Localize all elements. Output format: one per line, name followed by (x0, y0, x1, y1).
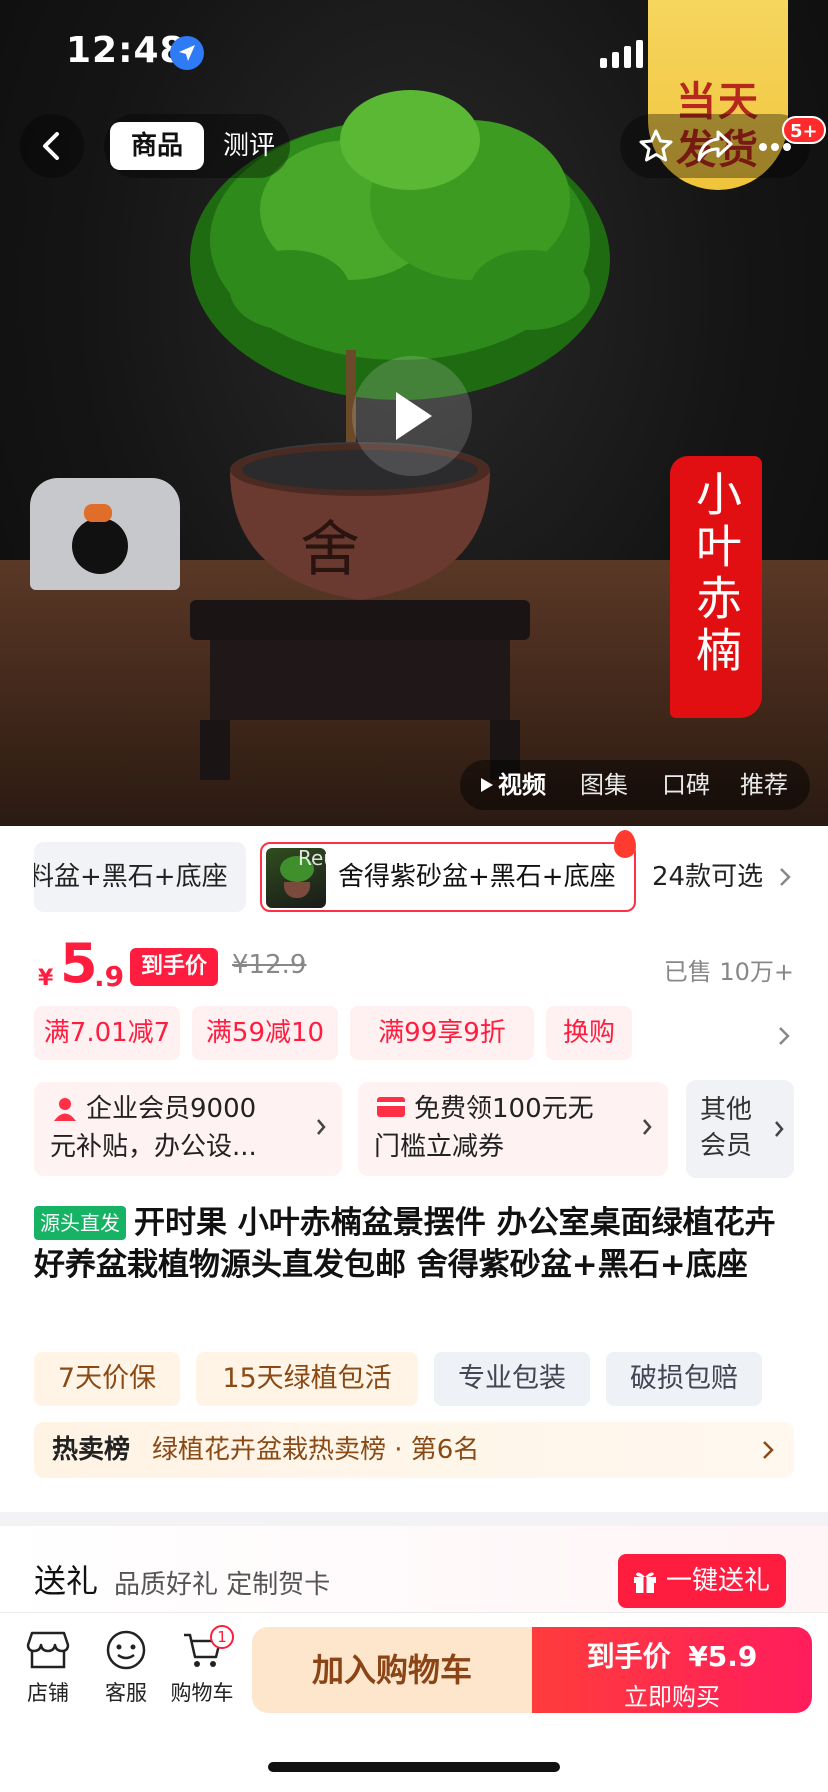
tab-review[interactable]: 测评 (212, 122, 286, 170)
sku-selector: 料盆+黑石+底座 Reuse 以供参 舍得紫砂盆+黑石+底座 24款可选 (0, 830, 828, 912)
customer-service-label: 客服 (105, 1681, 147, 1705)
cellular-signal-icon (600, 40, 643, 68)
service-chip: 破损包赔 (606, 1352, 762, 1406)
price-integer: 5 (60, 932, 98, 995)
send-gift-button[interactable]: 一键送礼 (618, 1554, 786, 1608)
buy-price-line: 到手价 ¥5.9 (532, 1635, 812, 1675)
coupon-chip[interactable]: 换购 (546, 1006, 632, 1060)
other-member-card[interactable]: 其他 会员 (686, 1080, 794, 1178)
service-guarantees[interactable]: 7天价保 15天绿植包活 专业包装 破损包赔 (0, 1352, 828, 1406)
cart-button[interactable]: 1 购物车 (164, 1625, 240, 1707)
chevron-right-icon (643, 1119, 652, 1135)
hero-seal-label: 小叶赤楠 (670, 456, 762, 718)
buy-price-label: 到手价 (586, 1640, 671, 1673)
top-nav: 商品 测评 (0, 110, 828, 182)
product-info-sheet: 料盆+黑石+底座 Reuse 以供参 舍得紫砂盆+黑石+底座 24款可选 ¥ 5… (0, 826, 828, 1512)
media-tab-recommend[interactable]: 推荐 (740, 760, 788, 810)
play-small-icon (481, 778, 493, 792)
service-chip: 专业包装 (434, 1352, 590, 1406)
send-gift-label: 一键送礼 (666, 1566, 771, 1596)
chat-face-icon (106, 1630, 146, 1670)
price-currency: ¥ (38, 966, 54, 991)
buy-price-value: ¥5.9 (688, 1640, 758, 1673)
more-icon[interactable] (758, 142, 792, 152)
net-price-tag: 到手价 (130, 948, 218, 986)
product-title: 源头直发 开时果 小叶赤楠盆景摆件 办公室桌面绿植花卉好养盆栽植物源头直发包邮 舍… (34, 1202, 794, 1286)
home-indicator (268, 1762, 560, 1772)
gift-icon (634, 1572, 656, 1593)
sku-option-selected[interactable]: Reuse 以供参 舍得紫砂盆+黑石+底座 (260, 830, 636, 912)
sku-selected-label: 舍得紫砂盆+黑石+底座 (338, 862, 616, 892)
notification-badge: 5+ (782, 116, 826, 144)
video-play-button[interactable] (352, 356, 472, 476)
member-card-line2: 元补贴，办公设... (50, 1132, 257, 1162)
media-tab-gallery[interactable]: 图集 (580, 760, 628, 810)
shop-icon (26, 1631, 70, 1669)
chevron-right-icon (317, 1119, 326, 1135)
hot-flame-icon (614, 830, 636, 858)
member-card-coupon[interactable]: 免费领100元无 门槛立减券 (358, 1082, 668, 1176)
sku-more-button[interactable]: 24款可选 (652, 842, 792, 912)
chevron-left-icon (43, 132, 59, 160)
price-row: ¥ 5 .9 到手价 ¥12.9 已售 10万+ (0, 932, 828, 1002)
gift-title: 送礼 (34, 1562, 99, 1600)
buy-now-button[interactable]: 到手价 ¥5.9 立即购买 (532, 1627, 812, 1713)
customer-service-button[interactable]: 客服 (88, 1629, 164, 1707)
gift-section: 送礼 品质好礼 定制贺卡 一键送礼 (0, 1526, 828, 1626)
sku-more-label: 24款可选 (652, 862, 764, 892)
play-icon (396, 392, 432, 440)
chevron-right-icon (763, 1441, 774, 1459)
media-tab-video[interactable]: 视频 (498, 760, 546, 810)
price-decimal: .9 (94, 960, 125, 993)
card-icon (377, 1097, 405, 1117)
gift-subtitle: 品质好礼 定制贺卡 (114, 1570, 331, 1600)
chevron-right-icon (775, 1121, 784, 1137)
chevron-right-icon (779, 1027, 790, 1045)
coupon-chip[interactable]: 满99享9折 (350, 1006, 534, 1060)
sku-option[interactable]: 料盆+黑石+底座 (34, 842, 246, 912)
media-tab-reviews[interactable]: 口碑 (662, 760, 710, 810)
rank-label: 热卖榜 (52, 1435, 131, 1465)
service-chip: 15天绿植包活 (196, 1352, 418, 1406)
share-icon[interactable] (696, 128, 734, 164)
member-benefits-row: 企业会员9000 元补贴，办公设... 免费领100元无 门槛立减券 其他 会员 (0, 1080, 828, 1178)
add-to-cart-button[interactable]: 加入购物车 (252, 1627, 532, 1713)
seal-text: 小叶赤楠 (689, 470, 743, 678)
media-tabs: 视频 图集 口碑 推荐 (460, 760, 810, 810)
top-tab-group: 商品 测评 (104, 114, 290, 178)
cart-label: 购物车 (170, 1681, 234, 1705)
location-arrow-icon (170, 36, 204, 70)
cart-count-badge: 1 (210, 1625, 234, 1649)
tab-product[interactable]: 商品 (110, 122, 204, 170)
shop-button[interactable]: 店铺 (10, 1629, 86, 1707)
member-card-line1: 企业会员9000 (86, 1094, 257, 1124)
chevron-right-icon (780, 868, 792, 886)
original-price: ¥12.9 (232, 950, 307, 980)
top-actions (620, 114, 810, 178)
coupon-chip[interactable]: 满7.01减7 (34, 1006, 180, 1060)
status-time: 12:48 (66, 30, 186, 71)
member-card-line1: 免费领100元无 (414, 1094, 594, 1124)
service-chip: 7天价保 (34, 1352, 180, 1406)
person-icon (54, 1098, 76, 1121)
back-button[interactable] (20, 114, 84, 178)
product-title-text: 开时果 小叶赤楠盆景摆件 办公室桌面绿植花卉好养盆栽植物源头直发包邮 舍得紫砂盆… (34, 1205, 776, 1283)
hero-decor-figurine (30, 478, 180, 590)
source-direct-tag: 源头直发 (34, 1206, 126, 1240)
shop-label: 店铺 (27, 1681, 69, 1705)
coupon-chip[interactable]: 满59减10 (192, 1006, 338, 1060)
sold-count: 已售 10万+ (663, 958, 794, 986)
member-card-line2: 门槛立减券 (374, 1132, 505, 1162)
coupon-row[interactable]: 满7.01减7 满59减10 满99享9折 换购 (0, 1006, 828, 1062)
member-card-enterprise[interactable]: 企业会员9000 元补贴，办公设... (34, 1082, 342, 1176)
bestseller-rank-banner[interactable]: 热卖榜 绿植花卉盆栽热卖榜 · 第6名 (34, 1422, 794, 1478)
rank-text: 绿植花卉盆栽热卖榜 · 第6名 (152, 1435, 480, 1465)
svg-text:舍: 舍 (300, 515, 360, 585)
buy-now-label: 立即购买 (624, 1683, 720, 1711)
star-favorite-icon[interactable] (638, 128, 674, 164)
